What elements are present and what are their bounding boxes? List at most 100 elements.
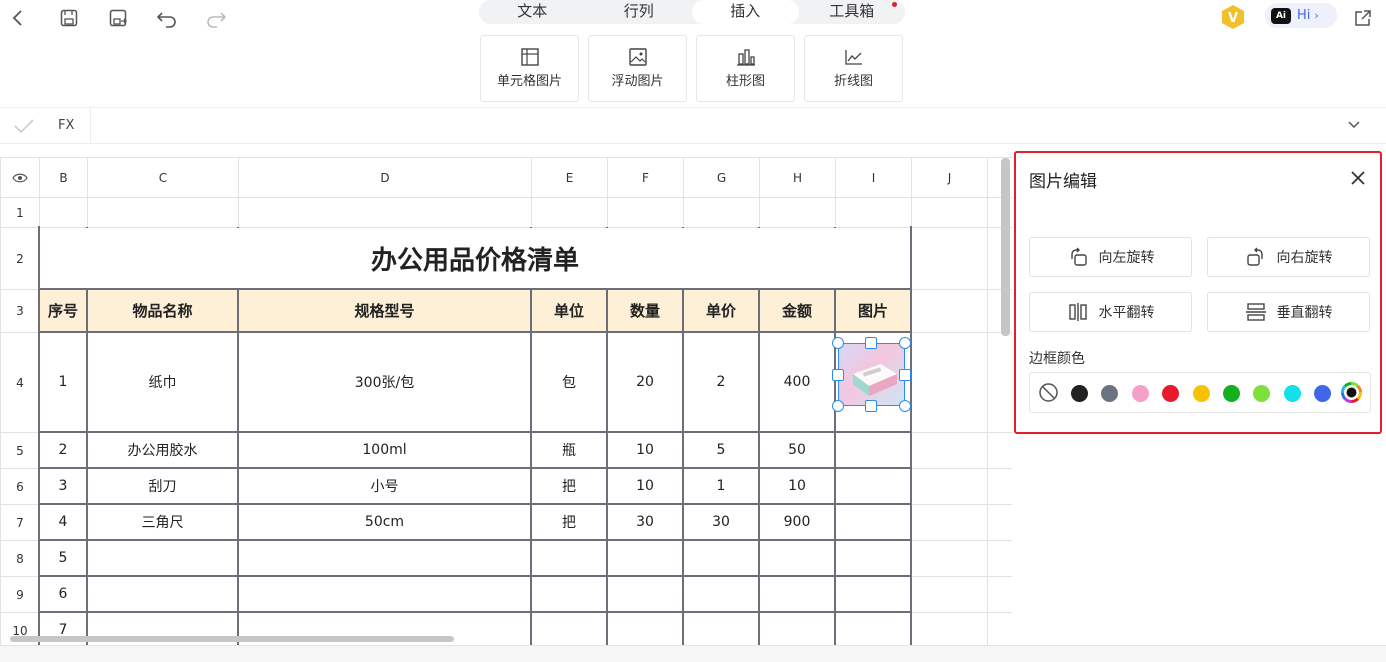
table-cell[interactable]: 瓶 xyxy=(531,432,607,468)
table-cell[interactable]: 1 xyxy=(683,468,759,504)
tab-rows-columns[interactable]: 行列 xyxy=(586,0,693,24)
resize-handle[interactable] xyxy=(832,369,844,381)
column-header-f[interactable]: F xyxy=(608,158,683,197)
table-cell[interactable] xyxy=(683,612,759,645)
rotate-right-button[interactable]: 向右旋转 xyxy=(1207,237,1370,277)
row-header-4[interactable]: 4 xyxy=(1,333,39,432)
ai-assistant-button[interactable]: Ai Hi › xyxy=(1265,3,1337,28)
vertical-scrollbar[interactable] xyxy=(1001,158,1010,336)
row-header-6[interactable]: 6 xyxy=(1,469,39,504)
column-header-e[interactable]: E xyxy=(532,158,607,197)
save-as-icon[interactable] xyxy=(106,6,130,30)
column-header-b[interactable]: B xyxy=(40,158,87,197)
row-header-1[interactable]: 1 xyxy=(1,198,39,227)
no-color-icon[interactable] xyxy=(1038,382,1059,403)
table-header-cell[interactable]: 序号 xyxy=(39,289,87,332)
close-icon[interactable] xyxy=(1349,169,1367,187)
color-swatch[interactable] xyxy=(1283,385,1301,402)
column-header-i[interactable]: I xyxy=(836,158,911,197)
table-cell[interactable]: 1 xyxy=(39,332,87,432)
table-cell[interactable]: 包 xyxy=(531,332,607,432)
table-cell[interactable]: 5 xyxy=(39,540,87,576)
row-header-5[interactable]: 5 xyxy=(1,433,39,468)
table-cell[interactable]: 5 xyxy=(683,432,759,468)
table-cell[interactable]: 纸巾 xyxy=(87,332,238,432)
table-cell[interactable] xyxy=(759,612,835,645)
table-cell[interactable]: 10 xyxy=(607,432,683,468)
table-cell[interactable]: 把 xyxy=(531,468,607,504)
chevron-down-icon[interactable] xyxy=(1346,118,1362,132)
row-header-7[interactable]: 7 xyxy=(1,505,39,540)
table-cell[interactable] xyxy=(759,576,835,612)
column-header-g[interactable]: G xyxy=(684,158,759,197)
table-cell[interactable] xyxy=(531,540,607,576)
table-cell[interactable]: 30 xyxy=(607,504,683,540)
table-header-cell[interactable]: 物品名称 xyxy=(87,289,238,332)
insert-floating-image-button[interactable]: 浮动图片 xyxy=(588,35,687,102)
table-cell[interactable] xyxy=(759,540,835,576)
flip-vertical-button[interactable]: 垂直翻转 xyxy=(1207,292,1370,332)
table-cell[interactable] xyxy=(238,540,531,576)
resize-handle[interactable] xyxy=(865,400,877,412)
table-cell[interactable]: 办公用胶水 xyxy=(87,432,238,468)
row-header-3[interactable]: 3 xyxy=(1,290,39,332)
table-cell[interactable]: 400 xyxy=(759,332,835,432)
table-cell[interactable] xyxy=(607,612,683,645)
table-cell[interactable]: 刮刀 xyxy=(87,468,238,504)
product-image[interactable] xyxy=(838,343,905,406)
spreadsheet-grid[interactable]: B C D E F G H I J 1 2 3 4 5 6 7 8 9 10 序号 物品名称 规格型号 单位 数量 单价 金额 图片… xyxy=(0,157,1012,645)
table-cell[interactable]: 50 xyxy=(759,432,835,468)
table-header-cell[interactable]: 数量 xyxy=(607,289,683,332)
save-icon[interactable] xyxy=(57,6,81,30)
confirm-check-icon[interactable] xyxy=(12,117,36,135)
resize-handle[interactable] xyxy=(832,337,844,349)
insert-bar-chart-button[interactable]: 柱形图 xyxy=(696,35,795,102)
row-header-2[interactable]: 2 xyxy=(1,228,39,289)
table-cell[interactable] xyxy=(683,540,759,576)
table-cell[interactable]: 10 xyxy=(759,468,835,504)
resize-handle[interactable] xyxy=(832,400,844,412)
table-cell[interactable]: 3 xyxy=(39,468,87,504)
column-header-d[interactable]: D xyxy=(239,158,531,197)
table-cell[interactable]: 4 xyxy=(39,504,87,540)
eye-icon[interactable] xyxy=(1,158,39,197)
tab-text[interactable]: 文本 xyxy=(479,0,586,24)
table-cell[interactable]: 把 xyxy=(531,504,607,540)
column-header-h[interactable]: H xyxy=(760,158,835,197)
horizontal-scrollbar[interactable] xyxy=(10,636,454,642)
tab-insert[interactable]: 插入 xyxy=(692,0,799,24)
table-cell[interactable]: 300张/包 xyxy=(238,332,531,432)
resize-handle[interactable] xyxy=(899,400,911,412)
table-cell[interactable] xyxy=(238,576,531,612)
rotate-left-button[interactable]: 向左旋转 xyxy=(1029,237,1192,277)
table-cell[interactable] xyxy=(531,576,607,612)
formula-input[interactable] xyxy=(100,117,1330,135)
custom-color-icon[interactable] xyxy=(1341,382,1362,403)
flip-horizontal-button[interactable]: 水平翻转 xyxy=(1029,292,1192,332)
resize-handle[interactable] xyxy=(865,337,877,349)
column-header-c[interactable]: C xyxy=(88,158,238,197)
resize-handle[interactable] xyxy=(899,337,911,349)
table-cell[interactable]: 6 xyxy=(39,576,87,612)
vip-badge-icon[interactable]: V xyxy=(1220,4,1246,30)
column-header-j[interactable]: J xyxy=(912,158,987,197)
table-header-cell[interactable]: 金额 xyxy=(759,289,835,332)
color-swatch[interactable] xyxy=(1192,385,1210,402)
tab-toolbox[interactable]: 工具箱 xyxy=(799,0,906,24)
table-cell[interactable]: 100ml xyxy=(238,432,531,468)
table-cell[interactable]: 20 xyxy=(607,332,683,432)
undo-icon[interactable] xyxy=(155,6,179,30)
table-header-cell[interactable]: 单价 xyxy=(683,289,759,332)
color-swatch[interactable] xyxy=(1131,385,1149,402)
table-cell[interactable]: 900 xyxy=(759,504,835,540)
row-header-9[interactable]: 9 xyxy=(1,577,39,612)
table-cell[interactable]: 2 xyxy=(39,432,87,468)
table-header-cell[interactable]: 图片 xyxy=(835,289,911,332)
resize-handle[interactable] xyxy=(899,369,911,381)
color-swatch[interactable] xyxy=(1071,385,1088,402)
table-cell[interactable] xyxy=(531,612,607,645)
color-swatch[interactable] xyxy=(1223,385,1240,402)
table-cell[interactable]: 30 xyxy=(683,504,759,540)
table-cell[interactable] xyxy=(607,576,683,612)
table-cell[interactable]: 2 xyxy=(683,332,759,432)
